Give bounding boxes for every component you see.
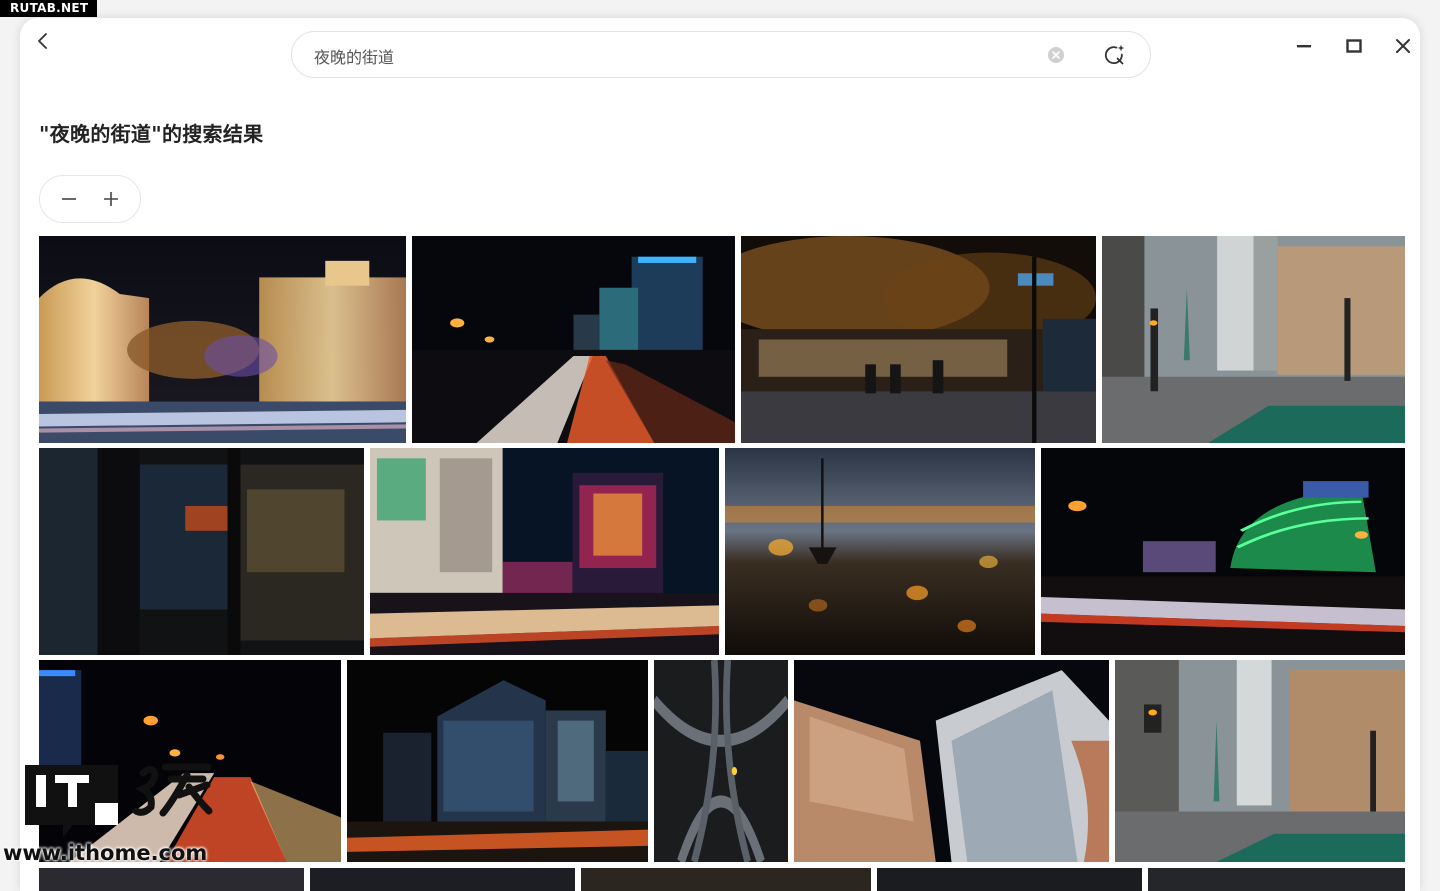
window-view-night-photo [39, 448, 364, 655]
result-photo[interactable] [370, 448, 719, 655]
site-badge: RUTAB.NET [0, 0, 98, 17]
result-photo[interactable] [1148, 868, 1405, 891]
result-photo[interactable] [725, 448, 1035, 655]
result-photo[interactable] [39, 660, 341, 862]
visual-search-icon [1104, 44, 1125, 65]
minimize-icon [1297, 45, 1311, 48]
bokeh-lamp-photo [725, 448, 1035, 655]
minus-icon [62, 198, 76, 200]
result-photo[interactable] [654, 660, 788, 862]
results-grid [39, 236, 1405, 891]
night-street-photo [39, 236, 406, 443]
result-photo[interactable] [39, 448, 364, 655]
maximize-button[interactable] [1340, 32, 1368, 60]
zoom-out-button[interactable] [54, 184, 84, 214]
search-input[interactable] [312, 32, 1036, 79]
photos-search-window: "夜晚的街道"的搜索结果 [20, 18, 1420, 891]
back-button[interactable] [30, 28, 56, 54]
result-photo[interactable] [39, 868, 304, 891]
green-building-trails-photo [1041, 448, 1405, 655]
highway-light-trails-photo [412, 236, 735, 443]
result-photo[interactable] [412, 236, 735, 443]
search-bar [291, 31, 1151, 79]
search-results-title: "夜晚的街道"的搜索结果 [39, 122, 264, 146]
result-photo[interactable] [877, 868, 1142, 891]
close-button[interactable] [1389, 32, 1417, 60]
close-circle-icon [1048, 47, 1064, 63]
result-photo[interactable] [347, 660, 648, 862]
result-photo[interactable] [310, 868, 575, 891]
result-photo[interactable] [581, 868, 871, 891]
tower-low-angle-photo [794, 660, 1109, 862]
result-photo[interactable] [39, 236, 406, 443]
result-photo[interactable] [1102, 236, 1405, 443]
aerial-interchange-photo [654, 660, 788, 862]
zoom-in-button[interactable] [96, 184, 126, 214]
result-photo[interactable] [741, 236, 1096, 443]
plus-icon [104, 192, 118, 206]
maximize-icon [1346, 39, 1362, 53]
office-buildings-trails-photo [370, 448, 719, 655]
tree-lights-street-photo [741, 236, 1096, 443]
minimize-button[interactable] [1290, 32, 1318, 60]
city-crosswalk-photo [1115, 660, 1405, 862]
result-photo[interactable] [1041, 448, 1405, 655]
skyscrapers-night-photo [347, 660, 648, 862]
visual-search-button[interactable] [1102, 43, 1126, 67]
clear-search-button[interactable] [1047, 46, 1065, 64]
city-intersection-photo [1102, 236, 1405, 443]
chevron-left-icon [38, 33, 47, 49]
avenue-trails-photo [39, 660, 341, 862]
result-photo[interactable] [794, 660, 1109, 862]
result-photo[interactable] [1115, 660, 1405, 862]
zoom-controls [39, 175, 141, 223]
close-icon [1396, 39, 1410, 53]
